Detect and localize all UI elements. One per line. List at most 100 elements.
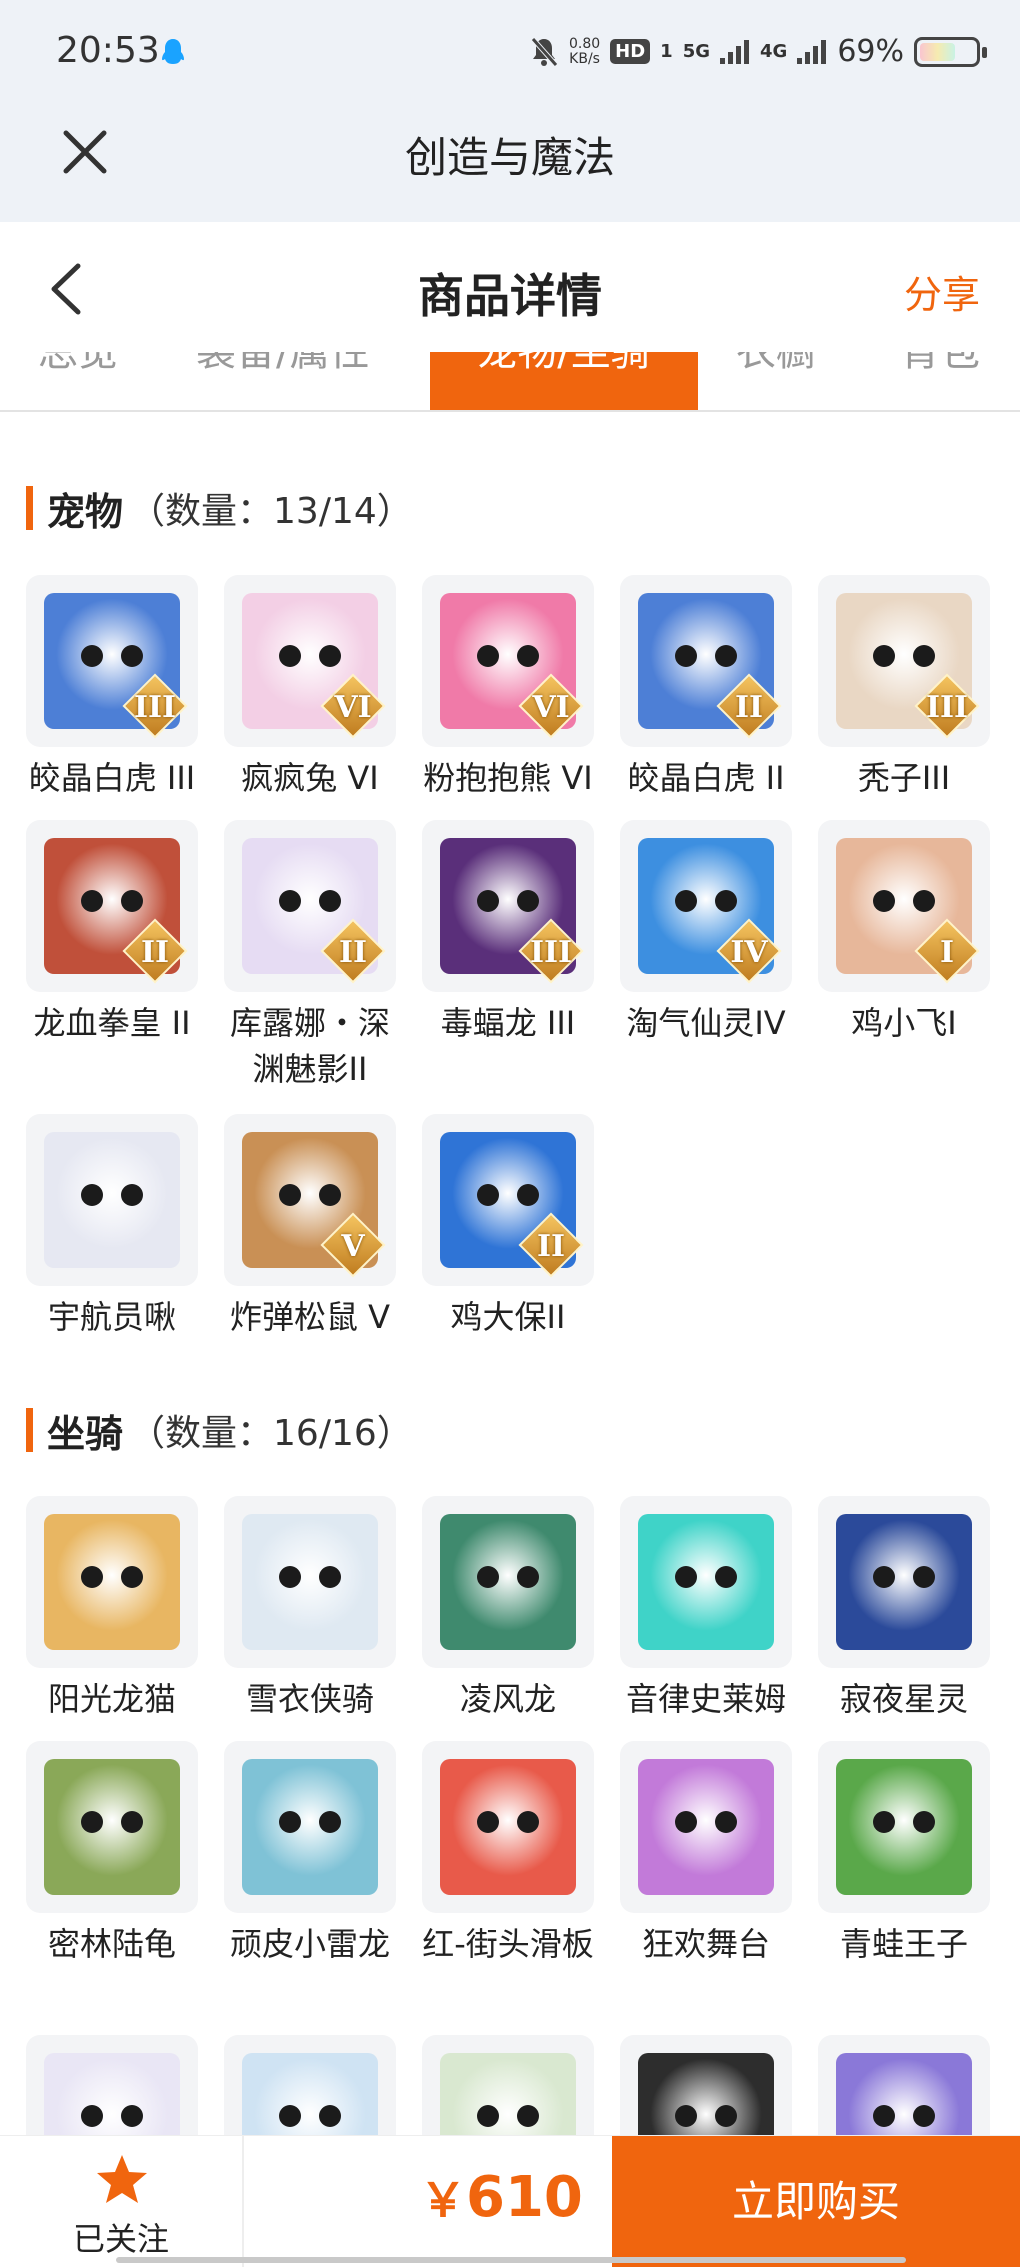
status-icons: 0.80 KB/s HD 1 5G 4G 69% xyxy=(529,34,987,69)
mount-item[interactable]: 音律史莱姆 xyxy=(620,1496,792,1722)
top-area: 20:53 0.80 KB/s HD 1 5G 4G 69% 创造与魔法 xyxy=(0,0,1020,222)
section-accent-bar xyxy=(26,1408,33,1452)
mount-name: 雪衣侠骑 xyxy=(245,1680,374,1718)
character-eye xyxy=(319,1566,341,1588)
character-eye xyxy=(715,1566,737,1588)
hd-icon: HD xyxy=(610,39,651,64)
pet-name: 库露娜・深渊魅影II xyxy=(229,1004,390,1088)
character-eye xyxy=(477,1566,499,1588)
character-eye xyxy=(319,1811,341,1833)
mount-image xyxy=(242,1514,378,1650)
mount-item[interactable]: 阳光龙猫 xyxy=(26,1496,198,1722)
battery-icon xyxy=(914,36,987,67)
rank-badge-text: V xyxy=(341,1229,365,1264)
mount-item[interactable]: 凌风龙 xyxy=(422,1496,594,1722)
share-button[interactable]: 分享 xyxy=(904,264,980,319)
mount-image xyxy=(440,1514,576,1650)
pet-item[interactable]: I 鸡小飞I xyxy=(818,820,990,1046)
pets-section-title: 宠物 （数量：13/14） xyxy=(26,483,413,534)
pet-item[interactable]: II 皎晶白虎 II xyxy=(620,575,792,801)
buy-now-button[interactable]: 立即购买 xyxy=(612,2136,1020,2267)
pet-item[interactable]: II 鸡大保II xyxy=(422,1114,594,1340)
rank-badge-text: III xyxy=(133,690,177,725)
character-eye xyxy=(279,645,301,667)
pet-item[interactable]: V 炸弹松鼠 V xyxy=(224,1114,396,1340)
character-eye xyxy=(279,1566,301,1588)
character-eye xyxy=(81,2105,103,2127)
rank-badge-text: I xyxy=(939,935,955,970)
pet-thumbnail: III xyxy=(26,575,198,747)
qq-notification-icon xyxy=(162,39,184,64)
pet-name: 龙血拳皇 II xyxy=(33,1004,191,1042)
pet-item[interactable]: II 龙血拳皇 II xyxy=(26,820,198,1046)
character-eye xyxy=(913,645,935,667)
mount-image xyxy=(440,1759,576,1895)
mounts-title: 坐骑 xyxy=(47,1411,124,1456)
pet-name: 毒蝠龙 III xyxy=(440,1004,576,1042)
follow-button[interactable]: 已关注 xyxy=(0,2136,242,2267)
mount-item[interactable]: 顽皮小雷龙 xyxy=(224,1741,396,1967)
mount-name: 青蛙王子 xyxy=(839,1925,968,1963)
pet-item[interactable]: III 毒蝠龙 III xyxy=(422,820,594,1046)
pet-item[interactable]: 宇航员啾 xyxy=(26,1114,198,1340)
net-speed-unit: KB/s xyxy=(569,50,600,67)
price-value: 610 xyxy=(466,2165,583,2230)
mount-thumbnail xyxy=(620,1496,792,1668)
mount-item[interactable]: 狂欢舞台 xyxy=(620,1741,792,1967)
character-eye xyxy=(81,1566,103,1588)
pet-thumbnail: II xyxy=(620,575,792,747)
character-eye xyxy=(873,2105,895,2127)
character-eye xyxy=(715,890,737,912)
pet-item[interactable]: VI 疯疯兔 VI xyxy=(224,575,396,801)
net-speed-value: 0.80 xyxy=(568,35,601,52)
mount-thumbnail xyxy=(224,1496,396,1668)
net-speed: 0.80 KB/s xyxy=(568,35,601,67)
rank-badge-text: II xyxy=(536,1229,566,1264)
mount-thumbnail xyxy=(224,1741,396,1913)
character-eye xyxy=(715,2105,737,2127)
pet-item[interactable]: III 秃子III xyxy=(818,575,990,801)
pet-name: 鸡大保II xyxy=(450,1298,566,1336)
mount-image xyxy=(44,1514,180,1650)
character-eye xyxy=(319,645,341,667)
character-eye xyxy=(873,1811,895,1833)
pets-count: （数量：13/14） xyxy=(129,491,413,532)
character-eye xyxy=(319,2105,341,2127)
mount-image xyxy=(638,1514,774,1650)
mount-item[interactable]: 密林陆龟 xyxy=(26,1741,198,1967)
mount-name: 狂欢舞台 xyxy=(641,1925,770,1963)
rank-badge-text: III xyxy=(529,935,573,970)
mount-thumbnail xyxy=(818,1741,990,1913)
character-eye xyxy=(873,890,895,912)
mount-name: 音律史莱姆 xyxy=(625,1680,786,1718)
pet-item[interactable]: III 皎晶白虎 III xyxy=(26,575,198,801)
rank-badge-text: III xyxy=(925,690,969,725)
mount-item[interactable]: 雪衣侠骑 xyxy=(224,1496,396,1722)
character-eye xyxy=(517,1566,539,1588)
character-eye xyxy=(913,2105,935,2127)
mount-item[interactable]: 红-街头滑板 xyxy=(422,1741,594,1967)
character-eye xyxy=(675,645,697,667)
pet-item[interactable]: II 库露娜・深渊魅影II xyxy=(224,820,396,1092)
mount-name: 密林陆龟 xyxy=(47,1925,176,1963)
mount-thumbnail xyxy=(26,1741,198,1913)
mount-thumbnail xyxy=(422,1496,594,1668)
character-eye xyxy=(279,2105,301,2127)
mount-name: 顽皮小雷龙 xyxy=(229,1925,390,1963)
character-eye xyxy=(477,1184,499,1206)
character-eye xyxy=(477,645,499,667)
app-bar: 创造与魔法 xyxy=(0,110,1020,222)
pet-thumbnail xyxy=(26,1114,198,1286)
rank-badge-text: IV xyxy=(730,935,768,970)
character-eye xyxy=(913,1811,935,1833)
character-eye xyxy=(121,1811,143,1833)
pet-item[interactable]: VI 粉抱抱熊 VI xyxy=(422,575,594,801)
mute-bell-icon xyxy=(531,36,558,67)
pet-item[interactable]: IV 淘气仙灵IV xyxy=(620,820,792,1046)
mount-item[interactable]: 寂夜星灵 xyxy=(818,1496,990,1722)
pet-thumbnail: I xyxy=(818,820,990,992)
bottom-bar: 已关注 ￥610 立即购买 xyxy=(0,2135,1020,2267)
character-eye xyxy=(913,890,935,912)
mount-item[interactable]: 青蛙王子 xyxy=(818,1741,990,1967)
pet-name: 炸弹松鼠 V xyxy=(229,1298,391,1336)
